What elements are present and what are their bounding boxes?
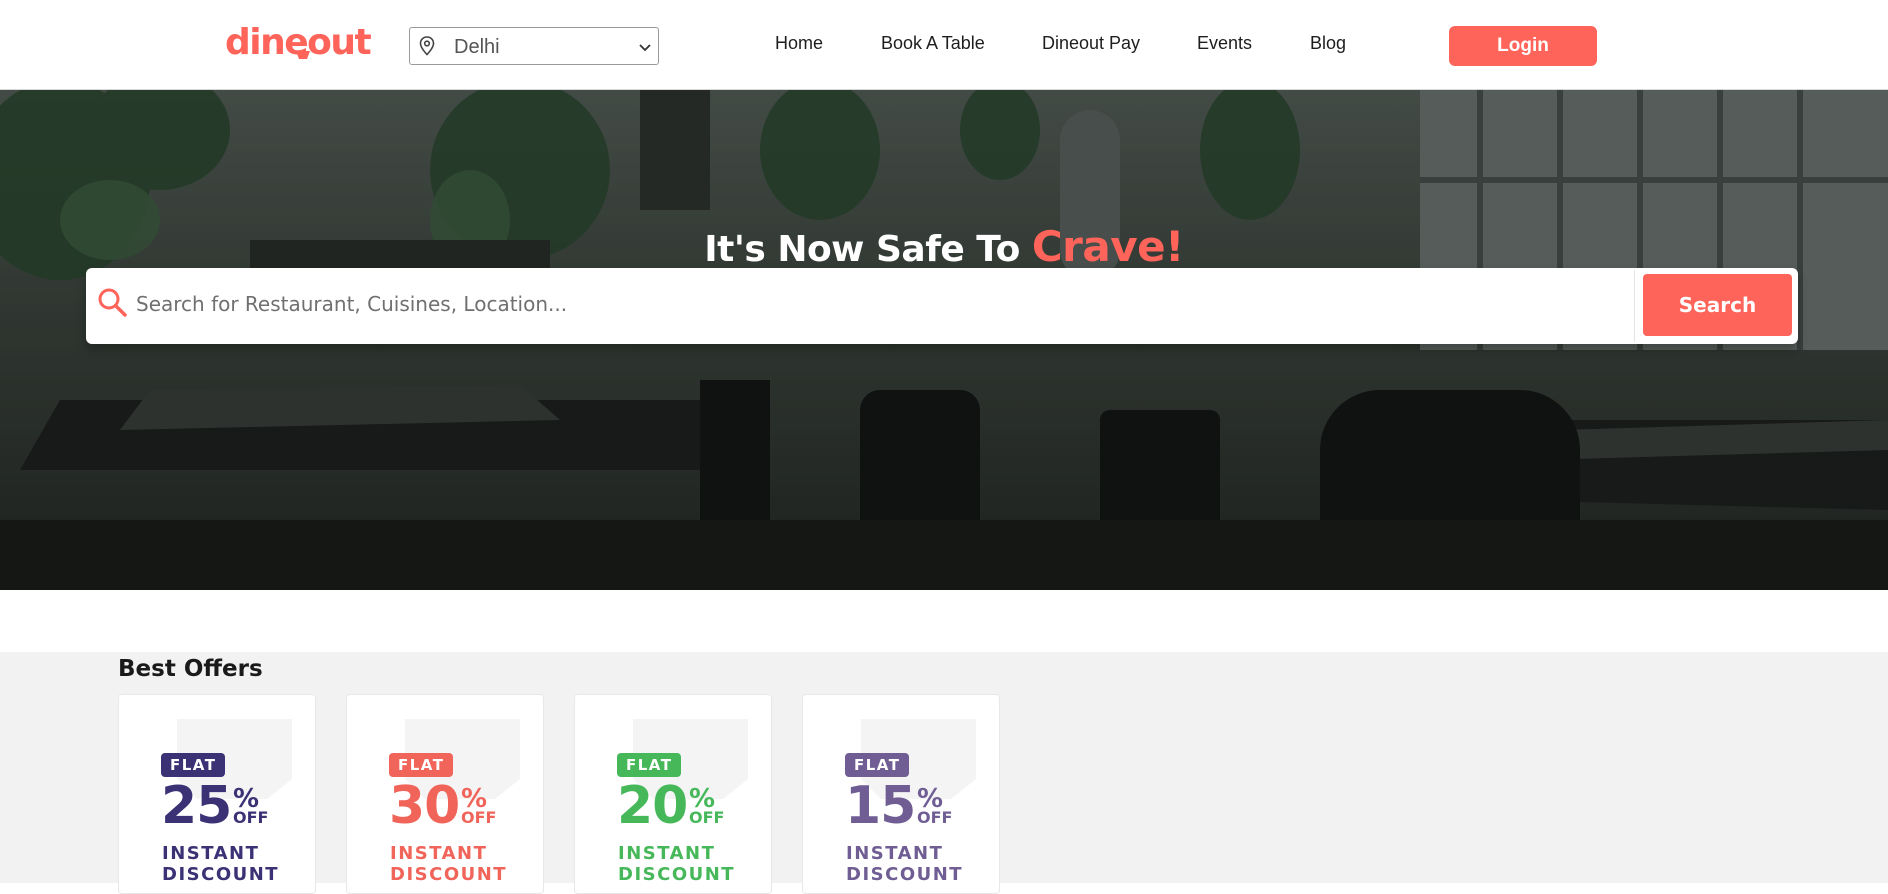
off-label: OFF — [233, 808, 269, 827]
flat-badge: FLAT — [161, 753, 226, 777]
nav-events[interactable]: Events — [1197, 33, 1252, 54]
hero-banner: It's Now Safe To Crave! Search — [0, 90, 1888, 590]
instant-discount-label: INSTANT DISCOUNT — [618, 843, 736, 885]
offer-card[interactable]: FLAT 25 % OFF INSTANT DISCOUNT — [118, 694, 316, 894]
offer-card[interactable]: FLAT 15 % OFF INSTANT DISCOUNT — [802, 694, 1000, 894]
discount-percent: 30 — [389, 776, 460, 836]
city-selector[interactable]: Delhi — [409, 27, 659, 65]
offer-card[interactable]: FLAT 30 % OFF INSTANT DISCOUNT — [346, 694, 544, 894]
instant-discount-label: INSTANT DISCOUNT — [846, 843, 964, 885]
search-button[interactable]: Search — [1643, 274, 1792, 336]
search-divider — [1634, 270, 1635, 342]
off-label: OFF — [461, 808, 497, 827]
discount-percent: 25 — [161, 776, 232, 836]
top-header: dineout Delhi Home Book A Table Dineout … — [0, 0, 1888, 90]
nav-blog[interactable]: Blog — [1310, 33, 1346, 54]
discount-percent: 20 — [617, 776, 688, 836]
search-bar: Search — [86, 268, 1798, 344]
best-offers-heading: Best Offers — [118, 656, 263, 682]
instant-discount-label: INSTANT DISCOUNT — [162, 843, 280, 885]
flat-badge: FLAT — [845, 753, 910, 777]
offer-card[interactable]: FLAT 20 % OFF INSTANT DISCOUNT — [574, 694, 772, 894]
search-input[interactable] — [136, 282, 1706, 326]
city-value: Delhi — [454, 36, 500, 58]
nav-book-a-table[interactable]: Book A Table — [881, 33, 985, 54]
hero-title-accent: Crave! — [1031, 222, 1184, 271]
logo-cup-mark — [296, 51, 310, 59]
nav-dineout-pay[interactable]: Dineout Pay — [1042, 33, 1140, 54]
location-pin-icon — [419, 36, 435, 56]
hero-headline: It's Now Safe To Crave! — [0, 222, 1888, 271]
best-offers-section: Best Offers FLAT 25 % OFF INSTANT DISCOUN… — [0, 652, 1888, 894]
search-icon — [98, 288, 127, 317]
flat-badge: FLAT — [617, 753, 682, 777]
login-button[interactable]: Login — [1449, 26, 1597, 66]
hero-title-prefix: It's Now Safe To — [704, 229, 1032, 270]
chevron-down-icon — [639, 44, 651, 52]
off-label: OFF — [917, 808, 953, 827]
discount-percent: 15 — [845, 776, 916, 836]
flat-badge: FLAT — [389, 753, 454, 777]
nav-home[interactable]: Home — [775, 33, 823, 54]
off-label: OFF — [689, 808, 725, 827]
instant-discount-label: INSTANT DISCOUNT — [390, 843, 508, 885]
